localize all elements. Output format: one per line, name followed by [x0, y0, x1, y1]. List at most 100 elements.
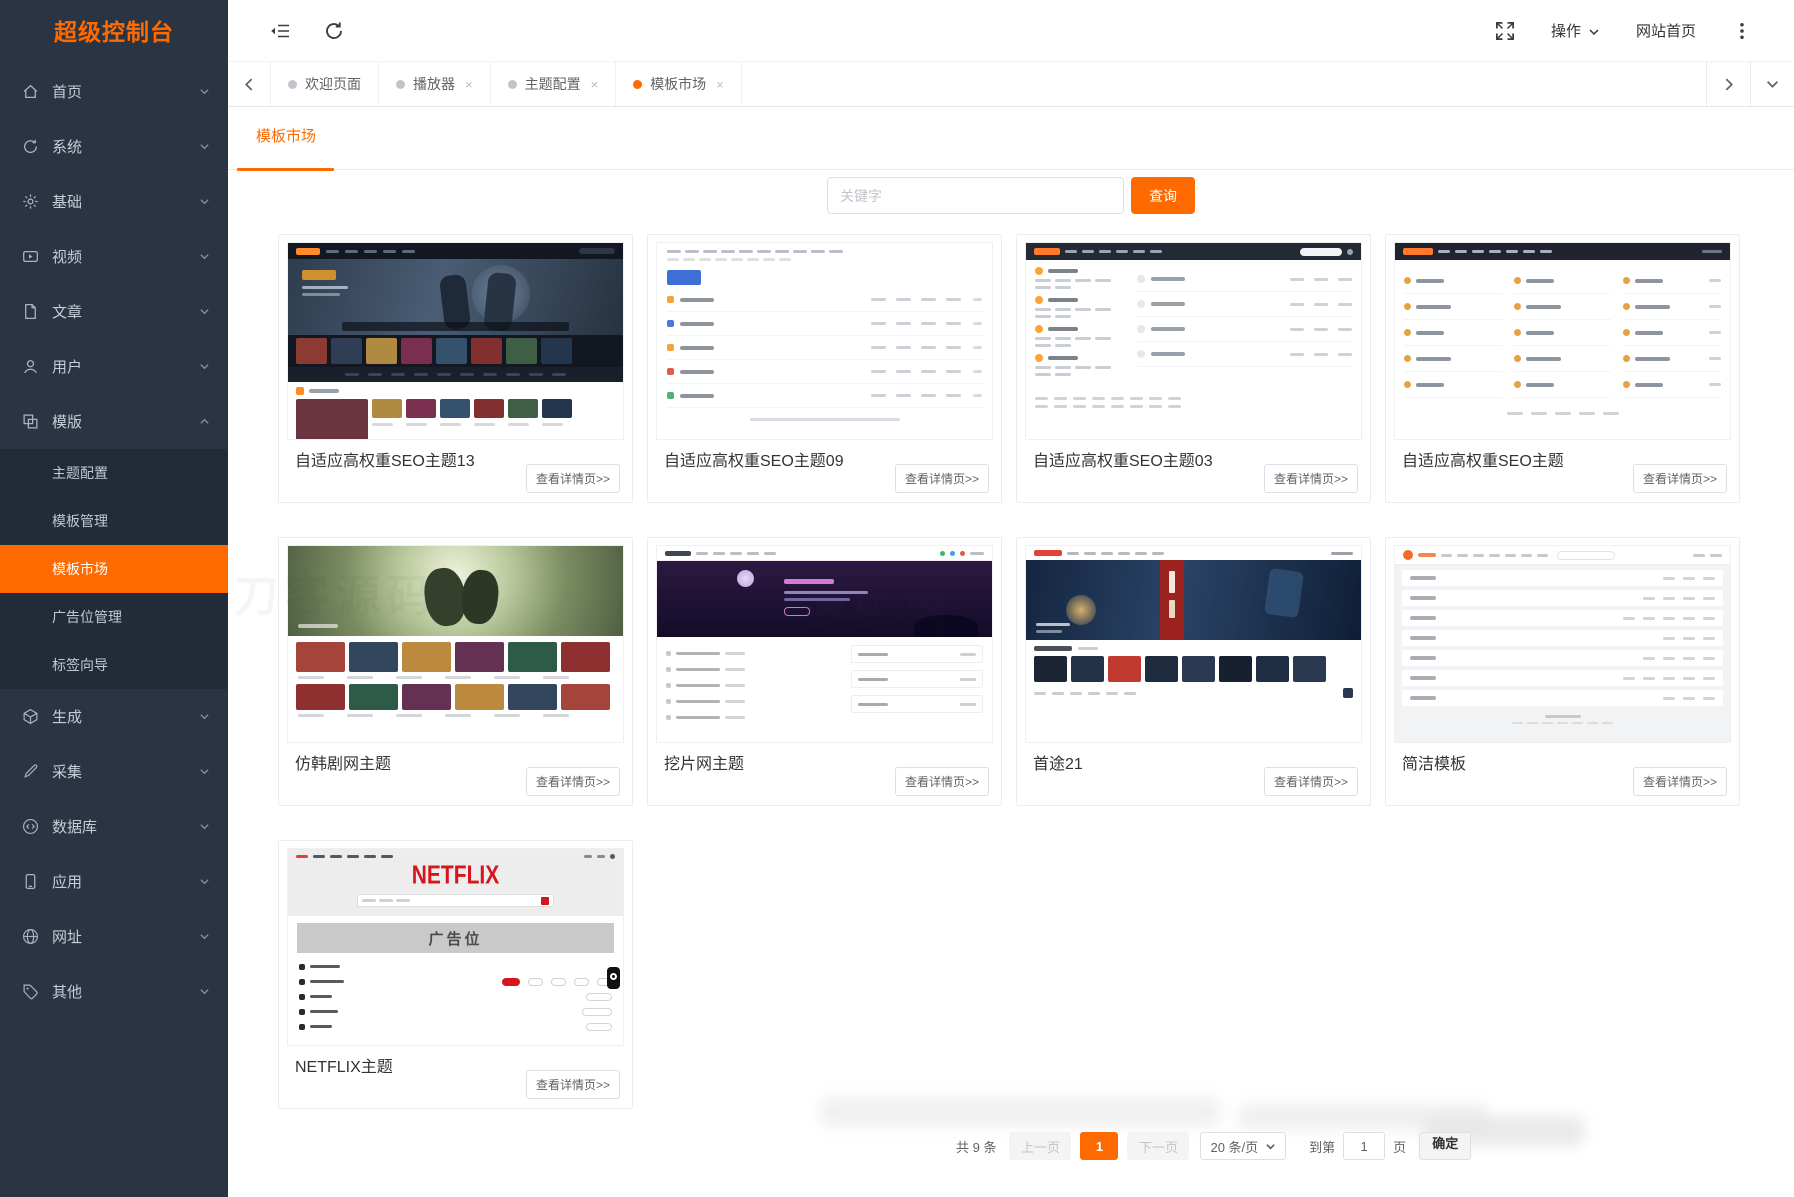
tab-player[interactable]: 播放器 × — [378, 62, 491, 106]
sidebar-item-tag-wizard[interactable]: 标签向导 — [0, 641, 228, 689]
view-detail-button[interactable]: 查看详情页>> — [1263, 767, 1358, 796]
sidebar-item-video[interactable]: 视频 — [0, 229, 228, 284]
view-detail-button[interactable]: 查看详情页>> — [1263, 464, 1358, 493]
tag-icon — [22, 983, 39, 1000]
template-thumbnail — [656, 242, 993, 440]
next-page-button[interactable]: 下一页 — [1127, 1132, 1190, 1160]
page-size-select[interactable]: 20 条/页 — [1200, 1132, 1287, 1160]
tab-status-dot — [396, 79, 405, 89]
sidebar-item-collect[interactable]: 采集 — [0, 744, 228, 799]
video-icon — [22, 248, 39, 265]
tab-status-dot — [288, 79, 297, 89]
close-icon[interactable]: × — [591, 77, 599, 92]
search-button[interactable]: 查询 — [1131, 177, 1195, 214]
operate-dropdown[interactable]: 操作 — [1551, 20, 1600, 41]
sidebar-item-app[interactable]: 应用 — [0, 854, 228, 909]
sidebar-item-home[interactable]: 首页 — [0, 64, 228, 119]
sidebar-nav: 首页 系统 基础 视频 文章用户模版 主题配置 模板管理 模板市场 广告位管理 标签向导 生成 采集数… — [0, 64, 228, 1019]
view-detail-button[interactable]: 查看详情页>> — [1632, 464, 1727, 493]
database-icon — [22, 818, 39, 835]
template-grid: 自适应高权重SEO主题13 查看详情页>> 自适应高权重SEO主题09 查看详情页>>… — [278, 234, 1740, 1109]
close-icon[interactable]: × — [465, 77, 473, 92]
tab-scroll-left-icon[interactable] — [228, 62, 270, 106]
sidebar-item-label: 其他 — [52, 984, 83, 1001]
template-card: NETFLIX 广告位 NETFLIX主题 查看详情页>> — [278, 840, 633, 1109]
sidebar-item-basic[interactable]: 基础 — [0, 174, 228, 229]
template-thumbnail: NETFLIX 广告位 — [287, 848, 624, 1046]
chevron-down-icon — [199, 141, 210, 152]
tab-menu-chevron-icon[interactable] — [1750, 62, 1794, 106]
home-icon — [22, 83, 39, 100]
view-detail-button[interactable]: 查看详情页>> — [525, 464, 620, 493]
sidebar-item-user[interactable]: 用户 — [0, 339, 228, 394]
system-icon — [22, 138, 39, 155]
search-bar: 查询 — [827, 177, 1195, 214]
chevron-down-icon — [199, 711, 210, 722]
page-size-value: 20 条/页 — [1210, 1139, 1259, 1155]
template-thumbnail — [287, 242, 624, 440]
template-thumbnail — [287, 545, 624, 743]
template-title: 自适应高权重SEO主题03 — [1033, 453, 1213, 470]
template-title: 自适应高权重SEO主题09 — [664, 453, 844, 470]
confirm-button[interactable]: 确定 — [1419, 1132, 1472, 1160]
subtab-active-underline — [237, 168, 334, 171]
close-icon[interactable]: × — [716, 77, 724, 92]
chevron-down-icon — [199, 766, 210, 777]
view-detail-button[interactable]: 查看详情页>> — [894, 767, 989, 796]
topbar: 操作 网站首页 — [228, 0, 1794, 61]
tab-label: 播放器 — [413, 76, 455, 92]
tab-template-market[interactable]: 模板市场 × — [615, 62, 742, 106]
chevron-down-icon — [199, 876, 210, 887]
sidebar-item-label: 用户 — [52, 359, 83, 376]
refresh-icon[interactable] — [324, 21, 344, 41]
chevron-down-icon — [199, 361, 210, 372]
view-detail-button[interactable]: 查看详情页>> — [525, 767, 620, 796]
chevron-down-icon — [199, 306, 210, 317]
chevron-up-icon — [199, 416, 210, 427]
sidebar-item-article[interactable]: 文章 — [0, 284, 228, 339]
tab-list: 欢迎页面 播放器 × 主题配置 × 模板市场 × — [270, 62, 742, 106]
sidebar-item-theme-config[interactable]: 主题配置 — [0, 449, 228, 497]
sidebar-item-database[interactable]: 数据库 — [0, 799, 228, 854]
fullscreen-icon[interactable] — [1495, 21, 1515, 41]
tab-theme-config[interactable]: 主题配置 × — [489, 62, 617, 106]
chevron-down-icon — [199, 196, 210, 207]
sidebar-item-website[interactable]: 网址 — [0, 909, 228, 964]
article-icon — [22, 303, 39, 320]
tab-welcome[interactable]: 欢迎页面 — [270, 62, 379, 106]
keyword-input[interactable] — [827, 177, 1124, 214]
collapse-menu-icon[interactable] — [270, 21, 290, 41]
tab-controls — [1706, 62, 1794, 106]
subtab-template-market[interactable]: 模板市场 — [256, 125, 316, 146]
template-card: 首途21 查看详情页>> — [1016, 537, 1371, 806]
template-title: 自适应高权重SEO主题13 — [295, 453, 475, 470]
template-card: 自适应高权重SEO主题03 查看详情页>> — [1016, 234, 1371, 503]
template-thumbnail — [1025, 242, 1362, 440]
topbar-right: 操作 网站首页 — [1495, 20, 1752, 41]
sidebar-item-template-market[interactable]: 模板市场 — [0, 545, 228, 593]
tab-scroll-right-icon[interactable] — [1706, 62, 1750, 106]
tab-status-dot — [633, 79, 643, 89]
phone-icon — [22, 873, 39, 890]
view-detail-button[interactable]: 查看详情页>> — [1632, 767, 1727, 796]
prev-page-button[interactable]: 上一页 — [1009, 1132, 1072, 1160]
chevron-down-icon — [199, 931, 210, 942]
chevron-down-icon — [199, 986, 210, 997]
sidebar-item-other[interactable]: 其他 — [0, 964, 228, 1019]
content-panel: 模板市场 查询 自适应高权重SEO主题13查看详情页>>自适应高权重SEO主题0… — [228, 108, 1794, 1197]
template-thumbnail — [1394, 545, 1731, 743]
goto-page-input[interactable] — [1343, 1132, 1386, 1160]
goto-suffix-label: 页 — [1393, 1139, 1407, 1155]
more-options-icon[interactable] — [1732, 21, 1752, 41]
sidebar-item-generate[interactable]: 生成 — [0, 689, 228, 744]
sidebar-item-template-manage[interactable]: 模板管理 — [0, 497, 228, 545]
view-detail-button[interactable]: 查看详情页>> — [525, 1070, 620, 1099]
sidebar-submenu: 主题配置 模板管理 模板市场 广告位管理 标签向导 — [0, 449, 228, 689]
pagination-total: 共 9 条 — [956, 1139, 997, 1155]
site-home-link[interactable]: 网站首页 — [1636, 20, 1696, 41]
sidebar-item-template[interactable]: 模版 — [0, 394, 228, 449]
sidebar-item-ad-manage[interactable]: 广告位管理 — [0, 593, 228, 641]
current-page-button[interactable]: 1 — [1080, 1132, 1119, 1160]
view-detail-button[interactable]: 查看详情页>> — [894, 464, 989, 493]
sidebar-item-system[interactable]: 系统 — [0, 119, 228, 174]
